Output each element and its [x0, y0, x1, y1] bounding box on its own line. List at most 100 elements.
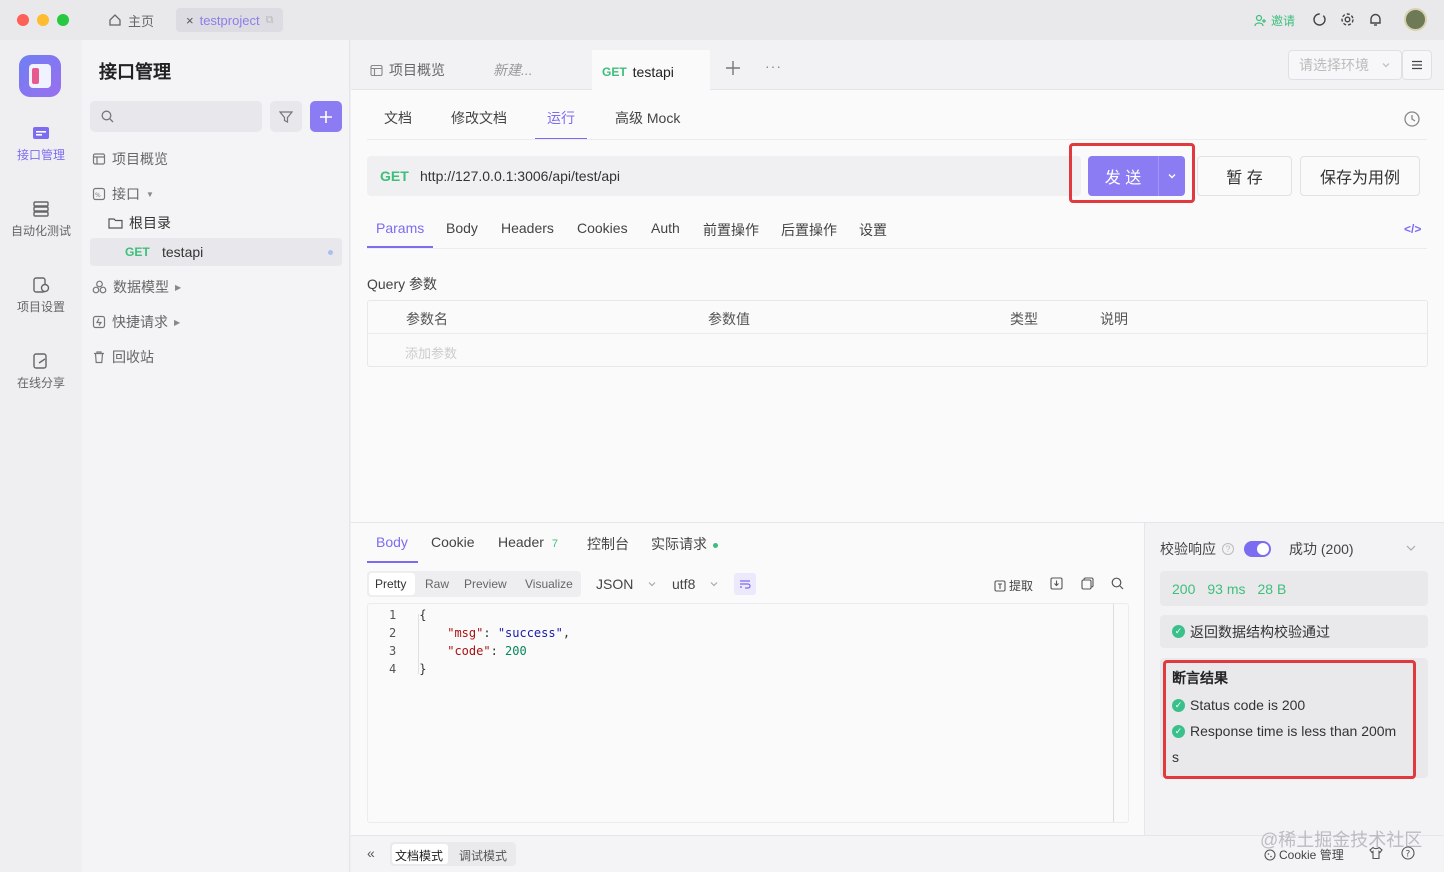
environment-menu-button[interactable] — [1402, 50, 1432, 80]
help-icon[interactable]: ? — [1401, 846, 1415, 860]
help-icon: ? — [1222, 543, 1234, 555]
bell-icon[interactable] — [1368, 12, 1383, 27]
sidebar-item-quick-request[interactable]: 快捷请求 ▶ — [92, 309, 180, 335]
sync-icon[interactable] — [1312, 12, 1327, 27]
send-options-button[interactable] — [1158, 156, 1185, 196]
chevron-down-icon — [647, 579, 657, 589]
chevron-down-icon — [709, 579, 719, 589]
sidebar-item-recycle[interactable]: 回收站 — [92, 344, 154, 370]
format-preview[interactable]: Preview — [464, 577, 507, 591]
api-folder-icon: % — [92, 187, 106, 201]
sidebar-item-root[interactable]: 根目录 — [108, 210, 171, 236]
close-window-button[interactable] — [17, 14, 29, 26]
minimize-window-button[interactable] — [37, 14, 49, 26]
sidebar-title: 接口管理 — [99, 62, 171, 82]
validate-toggle[interactable] — [1244, 541, 1271, 557]
maximize-window-button[interactable] — [57, 14, 69, 26]
doc-tab-testapi[interactable]: GET testapi — [592, 50, 710, 91]
sidebar-item-api[interactable]: % 接口 ▼ — [92, 181, 154, 207]
project-tab[interactable]: × testproject ⧉ — [176, 8, 284, 32]
resp-tab-console[interactable]: 控制台 — [587, 534, 629, 554]
method-select[interactable]: GET — [380, 168, 409, 184]
code-line-2: 2 "msg": "success", — [389, 626, 571, 640]
add-param-input[interactable]: 添加参数 — [405, 343, 457, 362]
avatar[interactable] — [1404, 8, 1427, 31]
download-icon[interactable] — [1050, 577, 1063, 590]
rail-api-management[interactable]: 接口管理 — [0, 124, 82, 163]
tab-params[interactable]: Params — [376, 220, 424, 236]
code-icon[interactable]: </> — [1404, 222, 1421, 236]
format-visualize[interactable]: Visualize — [525, 577, 573, 591]
resp-tab-body[interactable]: Body — [376, 534, 408, 550]
rail-automation-test[interactable]: 自动化测试 — [0, 200, 82, 239]
environment-select[interactable]: 请选择环境 — [1288, 50, 1402, 80]
save-case-button[interactable]: 保存为用例 — [1300, 156, 1420, 196]
resp-tab-cookie[interactable]: Cookie — [431, 534, 475, 550]
new-tab-plus-icon[interactable] — [724, 59, 742, 77]
wrap-lines-icon — [739, 578, 751, 590]
tab-cookies[interactable]: Cookies — [577, 220, 628, 236]
title-bar: 主页 × testproject ⧉ 邀请 — [0, 0, 1444, 40]
header-count-badge: 7 — [551, 538, 558, 550]
query-title: Query 参数 — [367, 276, 438, 292]
debug-mode-button[interactable]: 调试模式 — [459, 847, 507, 864]
sidebar-item-data-model[interactable]: 数据模型 ▶ — [92, 274, 181, 300]
query-table: 参数名 参数值 类型 说明 添加参数 — [367, 300, 1428, 367]
invite-button[interactable]: 邀请 — [1254, 12, 1295, 29]
sidebar-item-overview[interactable]: 项目概览 — [92, 146, 168, 172]
rail-project-settings[interactable]: 项目设置 — [0, 276, 82, 315]
more-tabs-icon[interactable]: ··· — [765, 58, 782, 74]
collapse-icon[interactable]: « — [367, 845, 375, 861]
code-line-3: 3 "code": 200 — [389, 644, 527, 658]
tab-auth[interactable]: Auth — [651, 220, 680, 236]
lang-select[interactable]: JSON — [596, 576, 657, 592]
tab-doc[interactable]: 文档 — [384, 108, 412, 128]
tab-pre-processors[interactable]: 前置操作 — [703, 220, 759, 240]
check-circle-icon: ✓ — [1172, 724, 1185, 738]
doc-tab-overview[interactable]: 项目概览 — [370, 50, 445, 90]
resp-tab-actual-request[interactable]: 实际请求 — [651, 534, 718, 554]
save-temp-button[interactable]: 暂 存 — [1197, 156, 1292, 196]
plus-icon — [319, 110, 333, 124]
tab-advanced-mock[interactable]: 高级 Mock — [615, 108, 680, 128]
rail-online-share[interactable]: 在线分享 — [0, 352, 82, 391]
format-pretty[interactable]: Pretty — [375, 577, 406, 591]
add-button[interactable] — [310, 101, 342, 132]
caret-down-icon: ▼ — [146, 189, 154, 199]
send-button[interactable]: 发 送 — [1088, 156, 1158, 196]
cookie-manage-button[interactable]: Cookie 管理 — [1264, 846, 1344, 863]
settings-doc-icon — [32, 276, 50, 294]
tab-post-processors[interactable]: 后置操作 — [781, 220, 837, 240]
encoding-select[interactable]: utf8 — [672, 576, 719, 592]
overview-icon — [370, 64, 383, 77]
format-raw[interactable]: Raw — [425, 577, 449, 591]
unsaved-dot — [328, 250, 333, 255]
wrap-toggle[interactable] — [734, 573, 756, 595]
doc-tab-new[interactable]: 新建... — [493, 50, 533, 90]
copy-icon[interactable] — [1081, 577, 1094, 590]
mode-switcher: 文档模式 调试模式 — [390, 842, 516, 866]
close-icon[interactable]: × — [186, 13, 194, 28]
trash-icon — [92, 350, 106, 364]
gear-icon[interactable] — [1340, 12, 1355, 27]
doc-mode-button[interactable]: 文档模式 — [395, 847, 443, 864]
search-input[interactable] — [90, 101, 262, 132]
filter-button[interactable] — [270, 101, 302, 132]
tab-headers[interactable]: Headers — [501, 220, 554, 236]
resp-tab-header[interactable]: Header 7 — [498, 534, 558, 550]
tab-run[interactable]: 运行 — [547, 108, 575, 128]
extract-button[interactable]: 提取 — [994, 577, 1033, 594]
sidebar-item-testapi[interactable]: GET testapi — [90, 238, 342, 266]
home-tab[interactable]: 主页 — [108, 8, 154, 32]
url-input[interactable]: http://127.0.0.1:3006/api/test/api — [420, 168, 620, 184]
history-icon[interactable] — [1403, 110, 1421, 128]
assertion-item-time: ✓ Response time is less than 200m — [1172, 723, 1396, 739]
cookie-icon — [1264, 848, 1276, 861]
tab-settings[interactable]: 设置 — [859, 220, 887, 240]
validate-status-select[interactable]: 成功 (200) — [1289, 539, 1354, 559]
tab-body[interactable]: Body — [446, 220, 478, 236]
shirt-icon[interactable] — [1369, 846, 1383, 860]
search-icon[interactable] — [1111, 577, 1124, 590]
tab-edit-doc[interactable]: 修改文档 — [451, 108, 507, 128]
chevron-down-icon[interactable] — [1405, 542, 1417, 554]
